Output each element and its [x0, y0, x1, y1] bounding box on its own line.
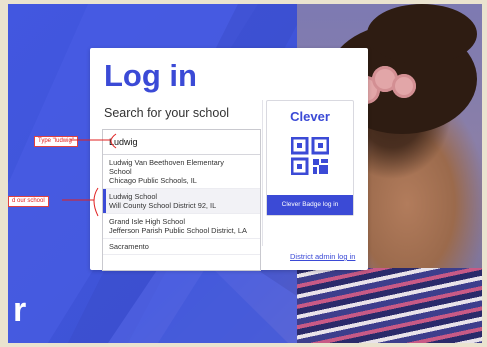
annotation-find-hint: d our school [8, 196, 49, 207]
annotation-arrow-type [70, 133, 117, 149]
search-result-line: Chicago Public Schools, IL [109, 176, 197, 185]
page-title: Log in [104, 58, 197, 93]
search-result-item[interactable]: Grand Isle High School Jefferson Parish P… [103, 214, 260, 239]
search-result-line: Ludwig School [109, 192, 158, 201]
search-results-list: Ludwig Van Beethoven Elementary School Chi… [103, 155, 260, 255]
login-card: Log in Search for your school Ludwig Van… [90, 48, 368, 271]
clever-badge-panel: Clever Clever Badge log in [266, 100, 354, 216]
background-letter: r [13, 291, 27, 329]
district-admin-login-link[interactable]: District admin log in [290, 252, 355, 261]
screenshot-frame: r Log in Search for your school Ludwig V… [8, 4, 482, 343]
photo-striped-sweater [297, 268, 482, 343]
search-result-line: School [109, 167, 132, 176]
photo-hair-top [367, 4, 477, 64]
search-result-item[interactable]: Ludwig Van Beethoven Elementary School Chi… [103, 155, 260, 189]
search-result-line: Will County School District 92, IL [109, 201, 217, 210]
search-label: Search for your school [104, 106, 230, 120]
search-result-line: Jefferson Parish Public School District,… [109, 226, 247, 235]
search-result-item[interactable]: Ludwig School Will County School District… [103, 189, 260, 214]
clever-badge-login-button[interactable]: Clever Badge log in [267, 195, 353, 215]
search-result-line: Ludwig Van Beethoven Elementary [109, 158, 224, 167]
annotation-arrow-find [62, 187, 99, 217]
vertical-divider [262, 100, 263, 246]
qr-code-icon [291, 137, 329, 175]
search-result-line: Grand Isle High School [109, 217, 185, 226]
search-result-line: Sacramento [109, 242, 149, 251]
photo-hair-flower [392, 74, 416, 98]
clever-logo: Clever [290, 109, 330, 124]
search-result-item[interactable]: Sacramento [103, 239, 260, 255]
